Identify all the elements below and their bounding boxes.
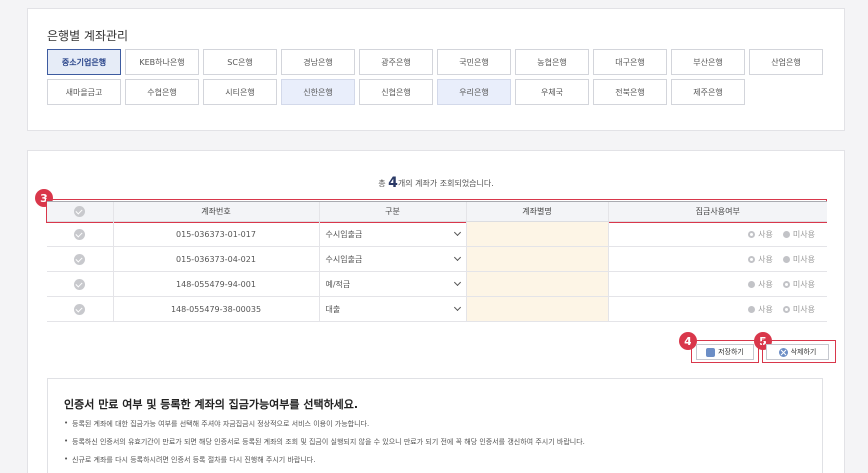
- account-type-select[interactable]: 대출: [318, 296, 466, 322]
- chevron-down-icon: [453, 228, 461, 237]
- chevron-down-icon: [453, 278, 461, 287]
- delete-button[interactable]: 삭제하기: [766, 344, 829, 360]
- bank-button-daegu[interactable]: 대구은행: [593, 49, 667, 75]
- header-nickname: 계좌별명: [465, 201, 608, 222]
- notice-item: 등록된 계좌에 대한 집금가능 여부를 선택해 주셔야 자금집금시 정상적으로 …: [64, 419, 585, 429]
- bank-button-shinhyup[interactable]: 신협은행: [359, 79, 433, 105]
- table-row: 148-055479-38-00035 대출 사용 미사용: [47, 296, 827, 322]
- account-type-select[interactable]: 수시입출금: [318, 246, 466, 272]
- bank-button-citi[interactable]: 시티은행: [203, 79, 277, 105]
- bank-button-shinhan[interactable]: 신한은행: [281, 79, 355, 105]
- notice-list: 등록된 계좌에 대한 집금가능 여부를 선택해 주셔야 자금집금시 정상적으로 …: [64, 419, 585, 473]
- table-header-row: 계좌번호 구분 계좌별명 집금사용여부: [47, 201, 827, 222]
- account-nickname-input[interactable]: [465, 221, 608, 247]
- chevron-down-icon: [453, 303, 461, 312]
- radio-icon: [748, 230, 756, 238]
- bank-button-kyongnam[interactable]: 경남은행: [281, 49, 355, 75]
- account-number: 015-036373-04-021: [112, 246, 319, 272]
- bank-button-kdb[interactable]: 산업은행: [749, 49, 823, 75]
- collect-use-radio[interactable]: 사용: [748, 304, 773, 315]
- row-check-icon[interactable]: [74, 253, 86, 265]
- summary-prefix: 총: [378, 179, 386, 188]
- account-number: 148-055479-38-00035: [112, 296, 319, 322]
- bank-button-busan[interactable]: 부산은행: [671, 49, 745, 75]
- bank-button-jeju[interactable]: 제주은행: [671, 79, 745, 105]
- notice-item: 신규로 계좌를 다시 등록하시려면 인증서 등록 절차를 다시 진행해 주시기 …: [64, 455, 585, 465]
- notice-item: 등록하신 인증서의 유효기간이 만료가 되면 해당 인증서로 등록된 계좌의 조…: [64, 437, 585, 447]
- bank-button-kookmin[interactable]: 국민은행: [437, 49, 511, 75]
- bank-button-jeonbuk[interactable]: 전북은행: [593, 79, 667, 105]
- collect-use-radio[interactable]: 사용: [748, 279, 773, 290]
- bank-button-saemaul[interactable]: 새마을금고: [47, 79, 121, 105]
- account-list-panel: 총 4개의 계좌가 조회되었습니다. 3 계좌번호 구분 계좌별명 집금사용여부…: [27, 150, 845, 473]
- account-count: 4: [388, 175, 398, 191]
- account-nickname-input[interactable]: [465, 296, 608, 322]
- account-nickname-input[interactable]: [465, 246, 608, 272]
- row-check-icon[interactable]: [74, 228, 86, 240]
- bank-button-ibk[interactable]: 중소기업은행: [47, 49, 121, 75]
- bank-row-1: 중소기업은행 KEB하나은행 SC은행 경남은행 광주은행 국민은행 농협은행 …: [47, 49, 827, 75]
- table-row: 148-055479-94-001 예/적금 사용 미사용: [47, 271, 827, 297]
- bank-button-woori[interactable]: 우리은행: [437, 79, 511, 105]
- bank-management-panel: 은행별 계좌관리 중소기업은행 KEB하나은행 SC은행 경남은행 광주은행 국…: [27, 8, 845, 131]
- radio-icon: [782, 280, 790, 288]
- bank-panel-title: 은행별 계좌관리: [47, 29, 129, 43]
- bank-button-post[interactable]: 우체국: [515, 79, 589, 105]
- save-button[interactable]: 저장하기: [696, 344, 754, 360]
- account-type-select[interactable]: 수시입출금: [318, 221, 466, 247]
- collect-unuse-radio[interactable]: 미사용: [782, 304, 815, 315]
- select-all-header[interactable]: [47, 201, 113, 222]
- bank-button-suhyup[interactable]: 수협은행: [125, 79, 199, 105]
- notice-box: 인증서 만료 여부 및 등록한 계좌의 집금가능여부를 선택하세요. 등록된 계…: [47, 378, 823, 473]
- notice-title: 인증서 만료 여부 및 등록한 계좌의 집금가능여부를 선택하세요.: [64, 398, 359, 411]
- account-type-select[interactable]: 예/적금: [318, 271, 466, 297]
- save-icon: [706, 347, 716, 357]
- bank-grid: 중소기업은행 KEB하나은행 SC은행 경남은행 광주은행 국민은행 농협은행 …: [47, 49, 827, 109]
- account-number: 148-055479-94-001: [112, 271, 319, 297]
- radio-icon: [782, 230, 790, 238]
- collect-use-radio[interactable]: 사용: [748, 254, 773, 265]
- table-row: 015-036373-01-017 수시입출금 사용 미사용: [47, 221, 827, 247]
- row-check-icon[interactable]: [74, 278, 86, 290]
- bank-button-kwangju[interactable]: 광주은행: [359, 49, 433, 75]
- radio-icon: [782, 255, 790, 263]
- header-account-no: 계좌번호: [112, 201, 319, 222]
- select-all-check-icon[interactable]: [74, 206, 86, 217]
- header-collect: 집금사용여부: [607, 201, 827, 222]
- radio-icon: [782, 305, 790, 313]
- radio-icon: [748, 255, 756, 263]
- radio-icon: [748, 280, 756, 288]
- collect-unuse-radio[interactable]: 미사용: [782, 279, 815, 290]
- bank-button-sc[interactable]: SC은행: [203, 49, 277, 75]
- collect-unuse-radio[interactable]: 미사용: [782, 229, 815, 240]
- bank-button-keb-hana[interactable]: KEB하나은행: [125, 49, 199, 75]
- account-nickname-input[interactable]: [465, 271, 608, 297]
- account-number: 015-036373-01-017: [112, 221, 319, 247]
- row-check-icon[interactable]: [74, 303, 86, 315]
- radio-icon: [748, 305, 756, 313]
- chevron-down-icon: [453, 253, 461, 262]
- collect-unuse-radio[interactable]: 미사용: [782, 254, 815, 265]
- collect-use-radio[interactable]: 사용: [748, 229, 773, 240]
- result-summary: 총 4개의 계좌가 조회되었습니다.: [28, 175, 844, 191]
- bank-button-nonghyup[interactable]: 농협은행: [515, 49, 589, 75]
- table-row: 015-036373-04-021 수시입출금 사용 미사용: [47, 246, 827, 272]
- bank-row-2: 새마을금고 수협은행 시티은행 신한은행 신협은행 우리은행 우체국 전북은행 …: [47, 79, 827, 105]
- summary-suffix: 개의 계좌가 조회되었습니다.: [397, 179, 494, 188]
- delete-icon: [778, 347, 788, 357]
- account-table: 계좌번호 구분 계좌별명 집금사용여부 015-036373-01-017 수시…: [47, 201, 827, 322]
- header-type: 구분: [318, 201, 466, 222]
